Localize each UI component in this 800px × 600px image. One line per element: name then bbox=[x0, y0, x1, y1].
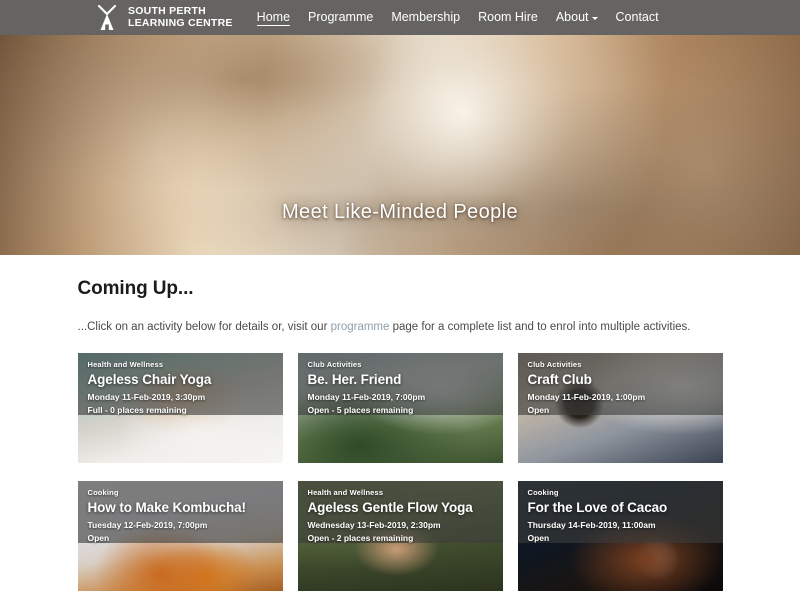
brand-line-2: LEARNING CENTRE bbox=[128, 18, 233, 30]
activity-card-body: Club ActivitiesBe. Her. Friend Monday 11-… bbox=[308, 359, 495, 416]
activity-datetime: Tuesday 12-Feb-2019, 7:00pm bbox=[88, 519, 275, 531]
activity-category: Cooking bbox=[528, 487, 715, 498]
activity-category: Cooking bbox=[88, 487, 275, 498]
nav-link-label: Membership bbox=[391, 10, 460, 24]
activity-card[interactable]: Health and WellnessAgeless Gentle Flow Y… bbox=[298, 481, 503, 591]
activity-category: Club Activities bbox=[308, 359, 495, 370]
coming-up-section: Coming Up... ...Click on an activity bel… bbox=[0, 255, 800, 600]
brand-line-1: SOUTH PERTH bbox=[128, 6, 233, 18]
activity-datetime: Thursday 14-Feb-2019, 11:00am bbox=[528, 519, 715, 531]
activity-card-body: Health and WellnessAgeless Chair Yoga Mon… bbox=[88, 359, 275, 416]
activity-title: Be. Her. Friend bbox=[308, 371, 495, 389]
activity-card[interactable]: CookingFor the Love of Cacao Thursday 14-… bbox=[518, 481, 723, 591]
nav-link-contact[interactable]: Contact bbox=[616, 10, 659, 25]
windmill-icon bbox=[95, 4, 121, 32]
nav-link-label: Room Hire bbox=[478, 10, 538, 24]
brand-text: SOUTH PERTH LEARNING CENTRE bbox=[128, 6, 233, 29]
activity-availability: Open bbox=[528, 404, 715, 416]
activity-title: Ageless Chair Yoga bbox=[88, 371, 275, 389]
programme-link[interactable]: programme bbox=[331, 321, 390, 333]
nav-link-label: Contact bbox=[616, 10, 659, 24]
section-intro: ...Click on an activity below for detail… bbox=[78, 319, 723, 335]
activity-card[interactable]: Health and WellnessAgeless Chair Yoga Mon… bbox=[78, 353, 283, 463]
activity-title: Ageless Gentle Flow Yoga bbox=[308, 499, 495, 517]
nav-link-membership[interactable]: Membership bbox=[391, 10, 460, 25]
site-logo[interactable]: SOUTH PERTH LEARNING CENTRE bbox=[95, 4, 233, 32]
hero-image bbox=[0, 35, 800, 255]
nav-link-label: Home bbox=[257, 10, 290, 24]
nav-link-label: Programme bbox=[308, 10, 373, 24]
hero-banner: Meet Like-Minded People bbox=[0, 35, 800, 255]
activity-availability: Full - 0 places remaining bbox=[88, 404, 275, 416]
activity-title: Craft Club bbox=[528, 371, 715, 389]
activity-card-body: Club ActivitiesCraft Club Monday 11-Feb-2… bbox=[528, 359, 715, 416]
activity-category: Club Activities bbox=[528, 359, 715, 370]
intro-text-before: ...Click on an activity below for detail… bbox=[78, 321, 331, 333]
activity-availability: Open - 2 places remaining bbox=[308, 532, 495, 544]
page-title: Coming Up... bbox=[78, 277, 723, 301]
activity-card-body: CookingHow to Make Kombucha! Tuesday 12-F… bbox=[88, 487, 275, 544]
activity-category: Health and Wellness bbox=[88, 359, 275, 370]
activity-datetime: Monday 11-Feb-2019, 3:30pm bbox=[88, 391, 275, 403]
activity-card[interactable]: CookingHow to Make Kombucha! Tuesday 12-F… bbox=[78, 481, 283, 591]
nav-link-programme[interactable]: Programme bbox=[308, 10, 373, 25]
site-header: SOUTH PERTH LEARNING CENTRE Home Programm… bbox=[0, 0, 800, 35]
activity-availability: Open bbox=[88, 532, 275, 544]
intro-text-after: page for a complete list and to enrol in… bbox=[389, 321, 690, 333]
activity-card[interactable]: Club ActivitiesBe. Her. Friend Monday 11-… bbox=[298, 353, 503, 463]
activity-card-body: Health and WellnessAgeless Gentle Flow Y… bbox=[308, 487, 495, 544]
activity-availability: Open bbox=[528, 532, 715, 544]
content-wrap: Coming Up... ...Click on an activity bel… bbox=[78, 277, 723, 600]
activity-title: For the Love of Cacao bbox=[528, 499, 715, 517]
main-nav: Home Programme Membership Room Hire About Con… bbox=[257, 0, 659, 35]
chevron-down-icon bbox=[592, 17, 598, 20]
nav-link-home[interactable]: Home bbox=[257, 10, 290, 26]
nav-link-label: About bbox=[556, 10, 589, 24]
activity-datetime: Monday 11-Feb-2019, 1:00pm bbox=[528, 391, 715, 403]
activity-availability: Open - 5 places remaining bbox=[308, 404, 495, 416]
activity-datetime: Wednesday 13-Feb-2019, 2:30pm bbox=[308, 519, 495, 531]
activity-title: How to Make Kombucha! bbox=[88, 499, 275, 517]
activity-card-grid: Health and WellnessAgeless Chair YogaMon… bbox=[78, 353, 723, 600]
nav-link-about[interactable]: About bbox=[556, 10, 598, 25]
activity-card-body: CookingFor the Love of Cacao Thursday 14-… bbox=[528, 487, 715, 544]
activity-category: Health and Wellness bbox=[308, 487, 495, 498]
activity-datetime: Monday 11-Feb-2019, 7:00pm bbox=[308, 391, 495, 403]
nav-link-room-hire[interactable]: Room Hire bbox=[478, 10, 538, 25]
activity-card[interactable]: Club ActivitiesCraft Club Monday 11-Feb-2… bbox=[518, 353, 723, 463]
